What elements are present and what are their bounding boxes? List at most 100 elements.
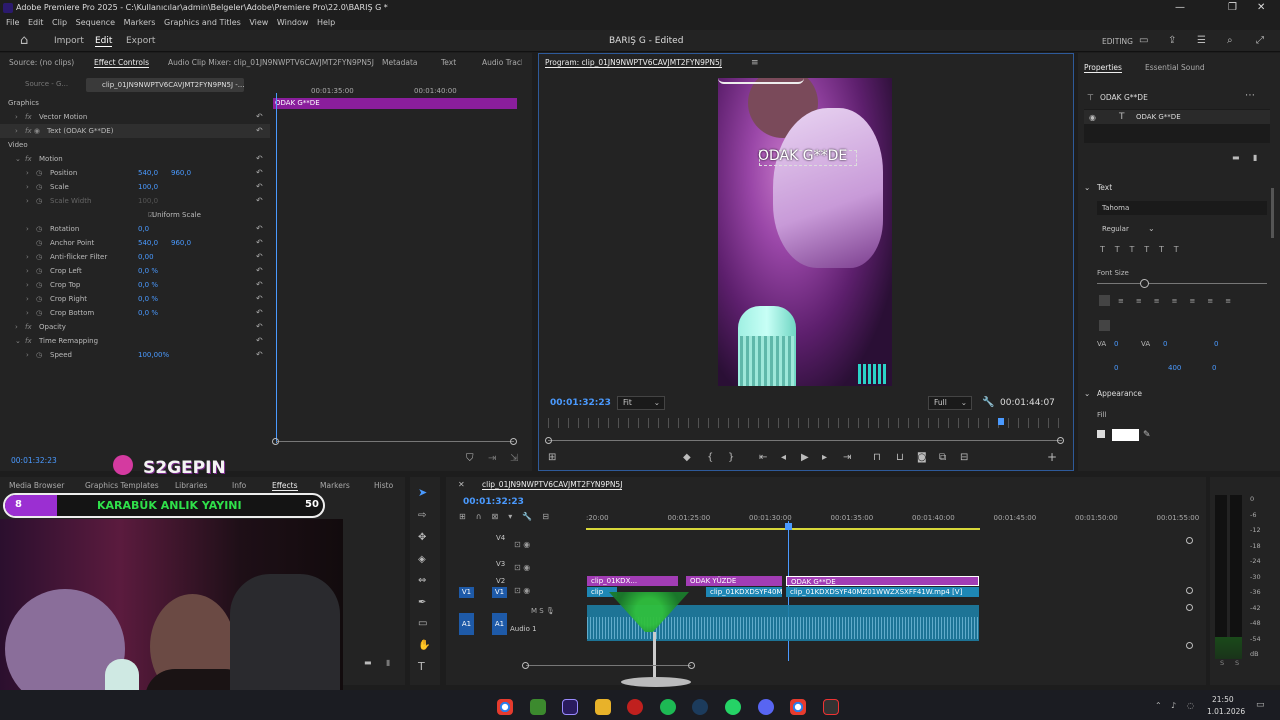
ripple-icon[interactable]: ⇲ <box>510 454 518 464</box>
row-chevron-icon[interactable]: › <box>15 110 18 124</box>
row-value[interactable]: 0,0 % <box>138 292 158 306</box>
row-value[interactable]: 100,0 <box>138 180 158 194</box>
row-fx-icon[interactable]: ◷ <box>36 264 42 278</box>
file-explorer-icon[interactable] <box>595 699 611 715</box>
row-fx-icon[interactable]: ◷ <box>36 306 42 320</box>
step-forward-icon[interactable]: ▸ <box>822 453 827 463</box>
close-sequence-icon[interactable]: ✕ <box>458 480 465 490</box>
sequence-tab[interactable]: clip_01JN9NWPTV6CAVJMT2FYN9PN5J <box>482 480 623 490</box>
program-scroll-right[interactable] <box>1057 437 1064 444</box>
menu-sequence[interactable]: Sequence <box>76 18 115 27</box>
minecraft-icon[interactable] <box>530 699 546 715</box>
effect-row[interactable]: › fx ◉ Text (ODAK G**DE) ↶ <box>0 124 270 138</box>
kerning-value[interactable]: 0 <box>1163 340 1167 348</box>
row-value[interactable]: 0,0 % <box>138 278 158 292</box>
timeline-tool-toggles[interactable]: ⊞∩⊠▾🔧⊟ <box>459 512 579 524</box>
minimize-button[interactable]: — <box>1175 0 1185 16</box>
extract-icon[interactable]: ⊔ <box>896 453 904 463</box>
go-to-out-icon[interactable]: ⇥ <box>843 453 851 463</box>
font-style-select[interactable]: Regular <box>1097 222 1155 236</box>
meter-solo-right[interactable]: S <box>1235 659 1239 667</box>
appearance-chevron[interactable]: ⌄ <box>1084 389 1090 398</box>
effect-row[interactable]: › ◷ Position 540,0 960,0 ↶ <box>0 166 270 180</box>
menu-clip[interactable]: Clip <box>52 18 67 27</box>
row-chevron-icon[interactable]: › <box>15 320 18 334</box>
effect-row[interactable]: › ◷ Rotation 0,0 ↶ <box>0 222 270 236</box>
zoom-select[interactable]: Fit ⌄ <box>617 396 665 410</box>
edit-tab[interactable]: Edit <box>95 36 113 47</box>
effect-row[interactable]: › ◷ Scale 100,0 ↶ <box>0 180 270 194</box>
effect-row[interactable]: Video <box>0 138 270 152</box>
comparison-icon[interactable]: ⧉ <box>939 453 946 463</box>
row-fx-icon[interactable]: fx ◉ <box>25 124 40 138</box>
fill-checkbox[interactable] <box>1097 430 1105 438</box>
panels-icon[interactable]: ☰ <box>1197 36 1206 46</box>
v-scroll-top[interactable] <box>1186 537 1193 544</box>
program-video-frame[interactable]: ODAK G**DE <box>718 78 892 386</box>
delete-layer-icon[interactable]: ▮ <box>1253 153 1257 163</box>
track-v3-label[interactable]: V3 <box>496 560 505 568</box>
rectangle-icon[interactable]: ▭ <box>418 619 427 629</box>
reset-icon[interactable]: ↶ <box>256 278 263 292</box>
source-a1-toggle[interactable]: A1 <box>459 613 474 635</box>
type-tool-icon[interactable]: T <box>418 661 425 672</box>
new-folder-icon[interactable]: ▬ <box>364 658 372 668</box>
tray-chevron-icon[interactable]: ⌃ <box>1155 701 1162 711</box>
leading-value[interactable]: 0 <box>1214 340 1218 348</box>
font-size-slider[interactable] <box>1097 283 1267 284</box>
track-v1-label[interactable]: V1 <box>492 587 507 598</box>
effect-row[interactable]: ◷ Anchor Point 540,0 960,0 ↶ <box>0 236 270 250</box>
v-scroll-bottom[interactable] <box>1186 642 1193 649</box>
timeline-zoom-left[interactable] <box>522 662 529 669</box>
track-v4-label[interactable]: V4 <box>496 534 505 542</box>
ec-timecode[interactable]: 00:01:32:23 <box>11 456 57 465</box>
program-ruler[interactable] <box>548 418 1062 428</box>
tab-graphics-templates[interactable]: Graphics Templates <box>85 481 159 490</box>
row-chevron-icon[interactable]: › <box>15 124 18 138</box>
source-v1-toggle[interactable]: V1 <box>459 587 474 598</box>
chrome-2-icon[interactable] <box>790 699 806 715</box>
eye-icon[interactable]: ◉ <box>1089 113 1096 123</box>
row-value[interactable]: 100,0 <box>138 194 158 208</box>
menu-markers[interactable]: Markers <box>124 18 156 27</box>
appearance-title[interactable]: Appearance <box>1097 389 1142 398</box>
filter-icon[interactable]: ⛉ <box>466 454 474 464</box>
reset-icon[interactable]: ↶ <box>256 306 263 320</box>
row-fx-icon[interactable]: ◷ <box>36 348 42 362</box>
more-options-icon[interactable]: ⋯ <box>1245 91 1255 101</box>
mark-out-icon[interactable]: } <box>728 453 734 463</box>
camera-icon[interactable]: ◙ <box>917 453 927 463</box>
marker-icon[interactable]: ◆ <box>683 453 691 463</box>
reset-icon[interactable]: ↶ <box>256 250 263 264</box>
tracking-row-1[interactable]: VA 0 VA 0 0 <box>1097 340 1267 352</box>
recorder-icon[interactable] <box>823 699 839 715</box>
text-section-title[interactable]: Text <box>1097 183 1112 192</box>
ec-playhead[interactable] <box>276 93 277 443</box>
volume-icon[interactable]: ♪ <box>1171 701 1176 711</box>
row-value[interactable]: 960,0 <box>171 236 191 250</box>
wrench-icon[interactable]: 🔧 <box>982 398 994 408</box>
program-menu-icon[interactable]: ≡ <box>751 58 759 68</box>
row-fx-icon[interactable]: ◷ <box>36 166 42 180</box>
export-tab[interactable]: Export <box>126 36 155 46</box>
justify-button[interactable] <box>1099 320 1110 331</box>
properties-scrollbar[interactable] <box>1271 188 1274 238</box>
reset-icon[interactable]: ↶ <box>256 166 263 180</box>
reset-icon[interactable]: ↶ <box>256 348 263 362</box>
row-value[interactable]: 100,00% <box>138 348 169 362</box>
track-select-icon[interactable]: ⇨ <box>418 511 426 521</box>
align-left-button[interactable] <box>1099 295 1110 306</box>
row-chevron-icon[interactable]: › <box>26 222 29 236</box>
eyedropper-icon[interactable]: ✎ <box>1143 430 1151 440</box>
search-icon[interactable]: ⌕ <box>1227 36 1233 46</box>
timeline-timecode[interactable]: 00:01:32:23 <box>463 497 524 507</box>
tab-info[interactable]: Info <box>232 481 246 490</box>
row-value[interactable]: 0,0 % <box>138 306 158 320</box>
fullscreen-icon[interactable]: ⤢ <box>1256 36 1264 46</box>
reset-icon[interactable]: ↶ <box>256 236 263 250</box>
clock-time[interactable]: 21:50 <box>1212 695 1234 704</box>
v-scroll-mid[interactable] <box>1186 587 1193 594</box>
play-icon[interactable]: ▶ <box>801 453 809 463</box>
steam-icon[interactable] <box>692 699 708 715</box>
discord-icon[interactable] <box>758 699 774 715</box>
